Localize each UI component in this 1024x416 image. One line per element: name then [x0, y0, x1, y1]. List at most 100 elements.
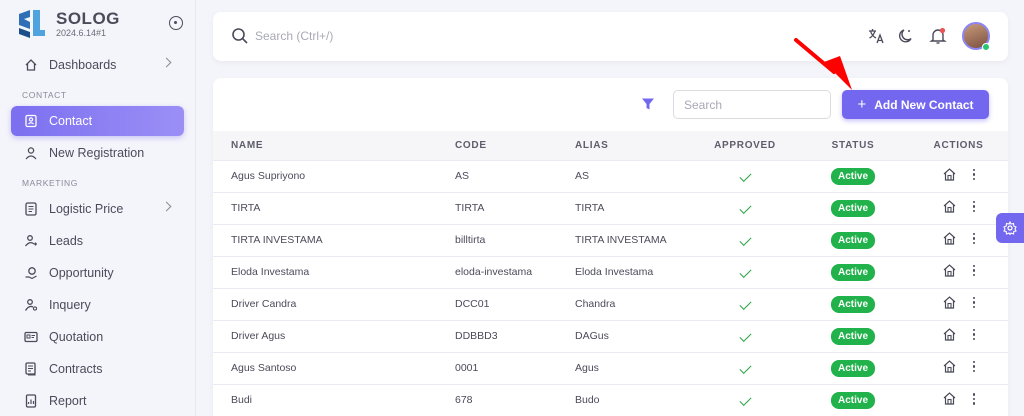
column-header-actions: ACTIONS — [933, 139, 984, 151]
online-status-dot — [982, 43, 990, 51]
inquery-icon — [23, 297, 39, 313]
check-icon — [738, 201, 752, 215]
check-icon — [738, 169, 752, 183]
check-icon — [738, 233, 752, 247]
cell-approved — [693, 160, 797, 192]
search-icon[interactable] — [231, 27, 249, 50]
table-row[interactable]: Driver Candra DCC01 Chandra Active — [213, 288, 1008, 320]
cell-actions — [909, 256, 1008, 288]
plus-icon: + — [857, 95, 867, 113]
brand-version: 2024.6.14#1 — [56, 28, 107, 38]
check-icon — [738, 329, 752, 343]
sidebar-item-label: Quotation — [49, 330, 104, 344]
sidebar-item-label: Contact — [49, 114, 93, 128]
sidebar-item-opportunity[interactable]: Opportunity — [11, 258, 184, 288]
table-row[interactable]: TIRTA TIRTA TIRTA Active — [213, 192, 1008, 224]
view-detail-home-icon[interactable] — [942, 359, 957, 374]
view-detail-home-icon[interactable] — [942, 327, 957, 342]
cell-code: billtirta — [455, 234, 486, 246]
more-options-icon[interactable] — [972, 232, 976, 245]
column-header-alias[interactable]: ALIAS — [575, 131, 693, 160]
view-detail-home-icon[interactable] — [942, 231, 957, 246]
cell-approved — [693, 224, 797, 256]
sidebar-item-label: Dashboards — [49, 58, 117, 72]
column-header-name[interactable]: NAME — [213, 131, 455, 160]
column-header-approved[interactable]: APPROVED — [693, 131, 797, 160]
cell-actions — [909, 320, 1008, 352]
table-row[interactable]: Agus Santoso 0001 Agus Active — [213, 352, 1008, 384]
solog-logo-icon — [19, 10, 45, 38]
more-options-icon[interactable] — [972, 360, 976, 373]
sidebar-item-logistic-price[interactable]: Logistic Price — [11, 194, 184, 224]
more-options-icon[interactable] — [972, 168, 976, 181]
cell-name: Agus Supriyono — [231, 170, 306, 182]
sidebar-item-label: Inquery — [49, 298, 91, 312]
chevron-right-icon — [161, 201, 172, 212]
cell-code: eloda-investama — [455, 266, 533, 278]
view-detail-home-icon[interactable] — [942, 199, 957, 214]
cell-approved — [693, 288, 797, 320]
sidebar-item-dashboards[interactable]: Dashboards — [11, 50, 184, 80]
cell-approved — [693, 192, 797, 224]
global-search-input[interactable] — [255, 26, 555, 46]
table-row[interactable]: Agus Supriyono AS AS Active — [213, 160, 1008, 192]
cell-actions — [909, 160, 1008, 192]
sidebar-item-leads[interactable]: Leads — [11, 226, 184, 256]
view-detail-home-icon[interactable] — [942, 391, 957, 406]
sidebar-item-quotation[interactable]: Quotation — [11, 322, 184, 352]
contracts-icon — [23, 361, 39, 377]
table-row[interactable]: Eloda Investama eloda-investama Eloda In… — [213, 256, 1008, 288]
dark-mode-icon[interactable] — [896, 26, 916, 46]
more-options-icon[interactable] — [972, 296, 976, 309]
status-badge: Active — [830, 327, 875, 345]
sidebar-toggle-icon[interactable] — [169, 16, 183, 30]
sidebar-item-contracts[interactable]: Contracts — [11, 354, 184, 384]
table-row[interactable]: TIRTA INVESTAMA billtirta TIRTA INVESTAM… — [213, 224, 1008, 256]
column-header-code[interactable]: CODE — [455, 131, 575, 160]
status-badge: Active — [830, 231, 875, 249]
report-icon — [23, 393, 39, 409]
view-detail-home-icon[interactable] — [942, 263, 957, 278]
cell-status: Active — [797, 192, 909, 224]
brand[interactable]: SOLOG 2024.6.14#1 — [0, 0, 195, 48]
cell-code: TIRTA — [455, 202, 485, 214]
check-icon — [738, 265, 752, 279]
filter-icon[interactable] — [641, 97, 655, 116]
more-options-icon[interactable] — [972, 264, 976, 277]
cell-alias: Budo — [575, 394, 600, 407]
cell-name: TIRTA — [231, 202, 261, 214]
cell-code: DDBBD3 — [455, 330, 498, 342]
column-header-status[interactable]: STATUS — [797, 131, 909, 160]
sidebar-item-report[interactable]: Report — [11, 386, 184, 416]
more-options-icon[interactable] — [972, 200, 976, 213]
cell-status: Active — [797, 224, 909, 256]
cell-approved — [693, 352, 797, 384]
table-row[interactable]: Driver Agus DDBBD3 DAGus Active — [213, 320, 1008, 352]
translate-icon[interactable] — [866, 26, 886, 46]
section-label-contact: CONTACT — [22, 90, 67, 100]
cell-actions — [909, 288, 1008, 320]
theme-customizer-button[interactable] — [996, 213, 1024, 243]
sidebar-item-contact[interactable]: Contact — [11, 106, 184, 136]
notification-bell-icon[interactable] — [928, 26, 948, 46]
more-options-icon[interactable] — [972, 328, 976, 341]
sidebar-item-label: Leads — [49, 234, 84, 248]
cell-code: AS — [455, 170, 470, 182]
leads-icon — [23, 233, 39, 249]
table-row[interactable]: Budi 678 Budo Active — [213, 384, 1008, 416]
view-detail-home-icon[interactable] — [942, 295, 957, 310]
cell-name: Budi — [231, 394, 253, 407]
sidebar-item-new-registration[interactable]: New Registration — [11, 138, 184, 168]
view-detail-home-icon[interactable] — [942, 167, 957, 182]
section-label-marketing: MARKETING — [22, 178, 78, 188]
home-icon — [23, 57, 39, 73]
sidebar-item-label: Report — [49, 394, 87, 408]
status-badge: Active — [830, 295, 875, 313]
sidebar-item-label: Opportunity — [49, 266, 114, 280]
add-new-contact-button[interactable]: + Add New Contact — [842, 90, 989, 119]
sidebar-item-inquery[interactable]: Inquery — [11, 290, 184, 320]
cell-alias: TIRTA INVESTAMA — [575, 234, 667, 246]
cell-code: DCC01 — [455, 298, 490, 310]
status-badge: Active — [830, 391, 875, 409]
more-options-icon[interactable] — [972, 393, 976, 405]
